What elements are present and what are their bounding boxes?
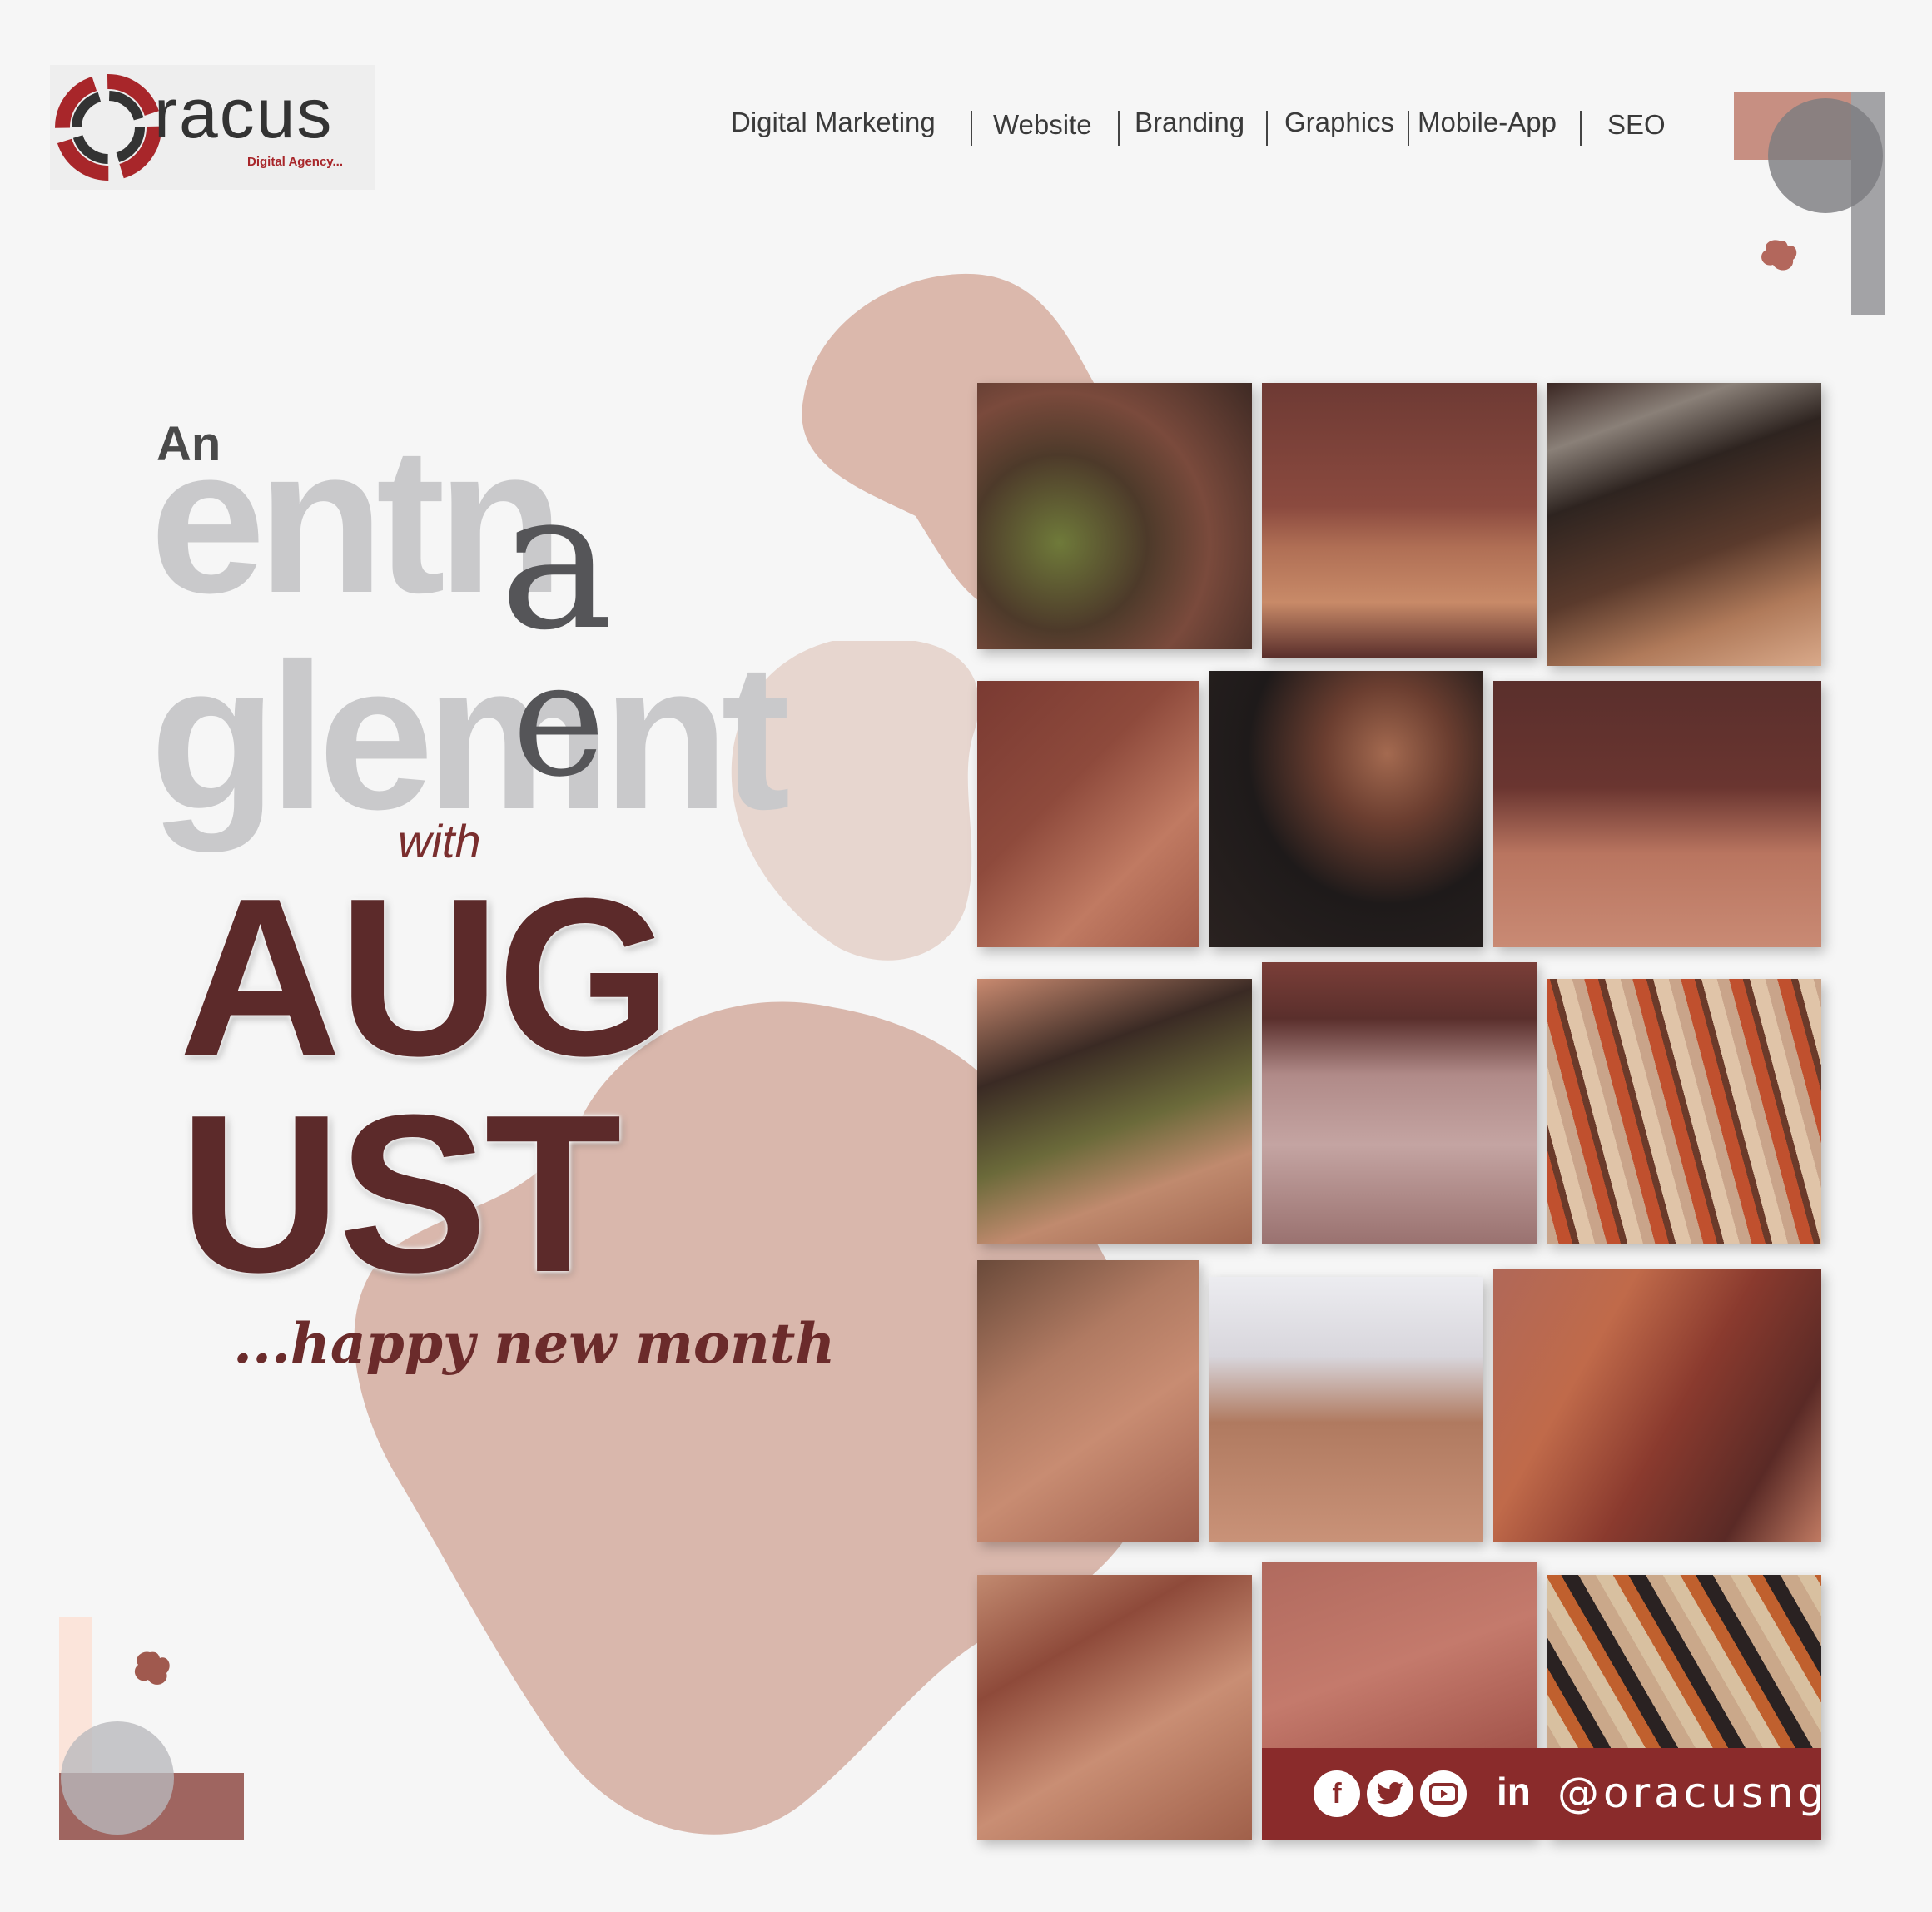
month-line-1: AUG	[179, 852, 672, 1103]
logo[interactable]: racus Digital Agency...	[50, 65, 375, 190]
youtube-play-icon	[1429, 1783, 1458, 1805]
twitter-bird-icon	[1376, 1782, 1403, 1805]
logo-ring-icon	[55, 74, 161, 181]
logo-wordmark: racus	[154, 74, 334, 152]
photo-tile	[977, 383, 1252, 649]
photo-tile	[1493, 1269, 1821, 1542]
headline-word-2: glemnt	[150, 620, 790, 852]
nav-branding[interactable]: Branding	[1135, 107, 1244, 138]
youtube-icon[interactable]	[1420, 1770, 1467, 1817]
nav-divider	[1408, 111, 1409, 146]
blob-small-bottom-left	[134, 1651, 170, 1685]
photo-tile	[1262, 383, 1537, 658]
headline-word-2-overlay: e	[512, 628, 606, 812]
nav-digital-marketing[interactable]: Digital Marketing	[731, 107, 936, 138]
nav-seo[interactable]: SEO	[1607, 109, 1666, 141]
nav-graphics[interactable]: Graphics	[1284, 107, 1394, 138]
facebook-icon[interactable]: f	[1314, 1770, 1360, 1817]
nav-website[interactable]: Website	[993, 109, 1092, 141]
greeting: ...happy new month	[233, 1311, 836, 1376]
nav-divider	[1118, 111, 1120, 146]
twitter-icon[interactable]	[1367, 1770, 1413, 1817]
nav-divider	[1266, 111, 1268, 146]
social-bar: f in @oracusng	[1262, 1748, 1824, 1840]
photo-tile	[977, 1260, 1199, 1542]
decor-circle-top-right	[1768, 98, 1883, 213]
photo-tile	[977, 681, 1199, 947]
headline-word-1: entn	[150, 404, 564, 636]
decor-circle-bottom-left	[61, 1721, 174, 1835]
nav-mobile-app[interactable]: Mobile-App	[1418, 107, 1557, 138]
photo-tile	[1493, 681, 1821, 947]
linkedin-icon[interactable]: in	[1497, 1769, 1531, 1814]
photo-tile	[977, 979, 1252, 1244]
photo-tile	[1262, 962, 1537, 1244]
logo-tagline: Digital Agency...	[247, 155, 344, 169]
nav-divider	[971, 111, 972, 146]
social-handle[interactable]: @oracusng	[1557, 1769, 1828, 1817]
photo-tile	[1209, 1277, 1483, 1542]
nav-divider	[1580, 111, 1582, 146]
photo-tile	[1547, 383, 1821, 666]
blob-small-top-right	[1761, 240, 1797, 271]
photo-tile	[977, 1575, 1252, 1840]
photo-tile	[1209, 671, 1483, 947]
photo-tile	[1547, 979, 1821, 1244]
month-line-2: UST	[179, 1069, 622, 1319]
